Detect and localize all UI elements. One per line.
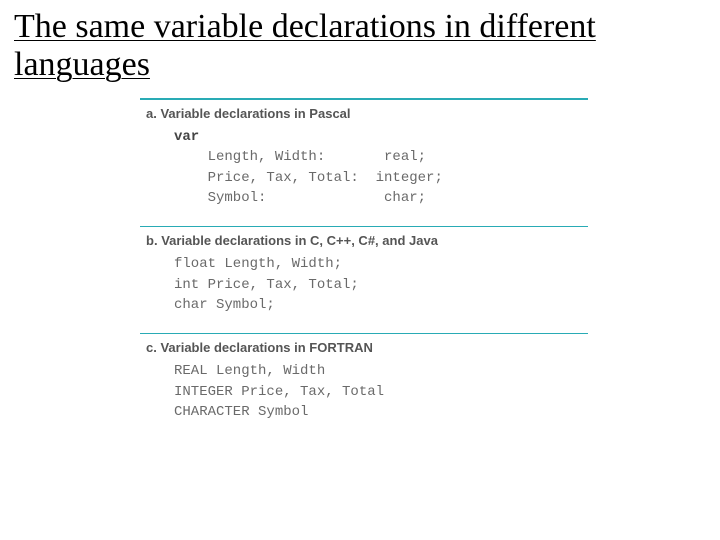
section-heading: a. Variable declarations in Pascal (140, 102, 588, 127)
section-heading-text: Variable declarations in Pascal (160, 106, 350, 121)
section-a: a. Variable declarations in Pascal var L… (140, 98, 588, 218)
keyword-var: var (174, 129, 199, 145)
code-line: INTEGER Price, Tax, Total (174, 384, 384, 400)
section-heading-text: Variable declarations in C, C++, C#, and… (161, 233, 438, 248)
section-label: b. (146, 233, 158, 248)
section-label: a. (146, 106, 157, 121)
code-line: char Symbol; (174, 297, 275, 313)
code-line: CHARACTER Symbol (174, 404, 308, 420)
code-block-pascal: var Length, Width: real; Price, Tax, Tot… (140, 127, 588, 218)
content-area: a. Variable declarations in Pascal var L… (140, 98, 588, 432)
section-b: b. Variable declarations in C, C++, C#, … (140, 226, 588, 325)
code-block-c: float Length, Width; int Price, Tax, Tot… (140, 254, 588, 325)
section-heading-text: Variable declarations in FORTRAN (160, 340, 372, 355)
code-line: REAL Length, Width (174, 363, 325, 379)
divider (140, 226, 588, 227)
section-heading: b. Variable declarations in C, C++, C#, … (140, 229, 588, 254)
code-block-fortran: REAL Length, Width INTEGER Price, Tax, T… (140, 361, 588, 432)
code-line: Symbol: char; (174, 190, 426, 206)
code-line: int Price, Tax, Total; (174, 277, 359, 293)
divider (140, 98, 588, 100)
slide-title: The same variable declarations in differ… (0, 0, 720, 88)
code-line: Price, Tax, Total: integer; (174, 170, 443, 186)
code-line: Length, Width: real; (174, 149, 426, 165)
section-heading: c. Variable declarations in FORTRAN (140, 336, 588, 361)
divider (140, 333, 588, 334)
code-line: float Length, Width; (174, 256, 342, 272)
section-label: c. (146, 340, 157, 355)
section-c: c. Variable declarations in FORTRAN REAL… (140, 333, 588, 432)
